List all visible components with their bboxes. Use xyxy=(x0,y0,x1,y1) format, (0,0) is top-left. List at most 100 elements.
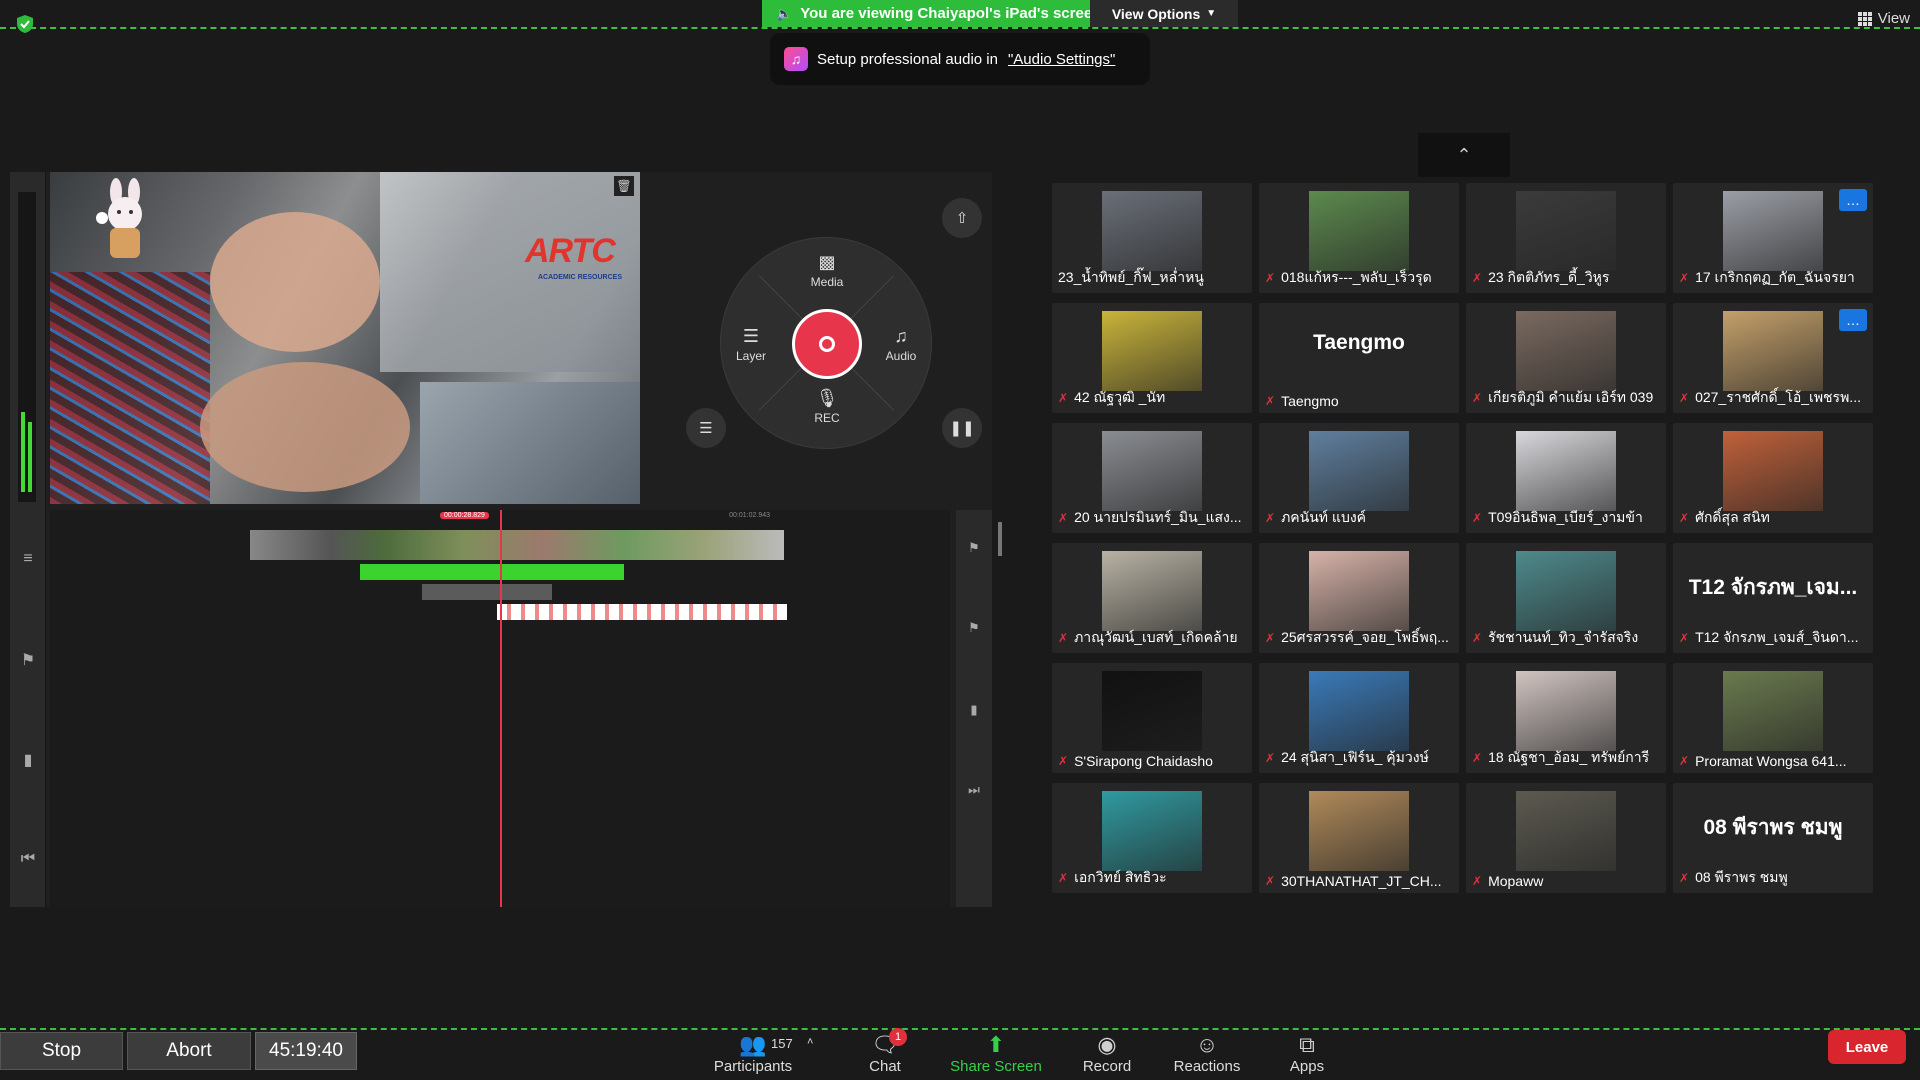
bookmark-icon[interactable]: ⚑ xyxy=(18,650,38,670)
participant-tile[interactable]: ✗ 24 สุนิสา_เฟิร์น_ คุ้มวงษ์ xyxy=(1259,663,1459,773)
effect-track[interactable] xyxy=(360,564,624,580)
view-options-button[interactable]: View Options ▼ xyxy=(1090,0,1238,27)
participant-tile[interactable]: ✗ 20 นายปรมินทร์_มิน_แสง... xyxy=(1052,423,1252,533)
video-track[interactable] xyxy=(250,530,784,560)
participant-tile[interactable]: 08 พีราพร ชมพู ✗ 08 พีราพร ชมพู xyxy=(1673,783,1873,893)
audio-tip-text: Setup professional audio in xyxy=(817,50,998,68)
stop-recording-button[interactable]: Stop xyxy=(0,1032,123,1070)
participant-name: 20 นายปรมินทร์_มิน_แสง... xyxy=(1074,509,1242,525)
muted-mic-icon: ✗ xyxy=(1472,511,1483,525)
audio-button[interactable]: ♫ Audio xyxy=(871,326,931,363)
music-icon: ♫ xyxy=(894,326,908,346)
leave-button[interactable]: Leave xyxy=(1828,1030,1906,1064)
caret-up-icon[interactable]: ˄ xyxy=(807,1036,813,1048)
recording-timer: 45:19:40 xyxy=(255,1032,357,1070)
participant-tile[interactable]: ✗ รัชชานนท์_ทิว_จำรัสจริง xyxy=(1466,543,1666,653)
participant-label: ✗ T12 จักรภพ_เจมส์_จินดา... xyxy=(1679,627,1869,649)
settings-icon[interactable]: ☰ xyxy=(686,408,726,448)
rec-button[interactable]: 🎙 REC xyxy=(797,388,857,425)
record-button[interactable]: ◉ Record xyxy=(1057,1030,1157,1080)
more-options-icon[interactable]: … xyxy=(1839,309,1867,331)
participant-tile[interactable]: 23_น้ำทิพย์_กิ๊ฟ_หล่ำหนู xyxy=(1052,183,1252,293)
participant-tile[interactable]: ✗ 018แก้หร---_พลับ_เร็วรุด xyxy=(1259,183,1459,293)
participant-tile[interactable]: ✗ 23 กิตติภัทร_ดี้_วิหูร xyxy=(1466,183,1666,293)
participant-label: ✗ 23 กิตติภัทร_ดี้_วิหูร xyxy=(1472,267,1662,289)
reactions-button[interactable]: ☺ Reactions xyxy=(1157,1030,1257,1080)
video-preview[interactable]: ARTC ACADEMIC RESOURCES 🗑 xyxy=(50,172,640,504)
audio-settings-link[interactable]: "Audio Settings" xyxy=(1008,51,1115,68)
total-timecode: 00:01:02.943 xyxy=(729,512,770,519)
security-shield-icon[interactable] xyxy=(16,14,34,34)
participant-tile[interactable]: ✗ Mopaww xyxy=(1466,783,1666,893)
delete-icon[interactable]: 🗑 xyxy=(614,176,634,196)
muted-mic-icon: ✗ xyxy=(1265,631,1276,645)
playhead[interactable] xyxy=(500,510,502,907)
participant-tile[interactable]: ✗ Proramat Wongsa 641... xyxy=(1673,663,1873,773)
participant-tile[interactable]: T12 จักรภพ_เจม... ✗ T12 จักรภพ_เจมส์_จินดา… xyxy=(1673,543,1873,653)
chevron-down-icon: ▼ xyxy=(1206,8,1217,19)
text-track[interactable] xyxy=(497,604,787,620)
chat-unread-badge: 1 xyxy=(889,1028,907,1046)
participant-video xyxy=(1309,551,1409,631)
participant-video xyxy=(1102,551,1202,631)
participant-tile[interactable]: ✗ ศักดิ์สุล สนิท xyxy=(1673,423,1873,533)
capture-button[interactable] xyxy=(792,309,862,379)
more-options-icon[interactable]: … xyxy=(1839,189,1867,211)
participant-tile[interactable]: ✗ เกียรติภูมิ คำแย้ม เอิร์ท 039 xyxy=(1466,303,1666,413)
overlay-track[interactable] xyxy=(422,584,552,600)
media-button[interactable]: ▩ Media xyxy=(797,252,857,289)
muted-mic-icon: ✗ xyxy=(1265,874,1276,888)
participant-tile[interactable]: ✗ ภาณุวัฒน์_เบสท์_เกิดคล้าย xyxy=(1052,543,1252,653)
marker-icon[interactable]: ⚑ xyxy=(964,620,984,636)
apps-label: Apps xyxy=(1289,1058,1325,1075)
building-overlay-image xyxy=(420,382,640,504)
reactions-label: Reactions xyxy=(1173,1058,1241,1075)
apps-button[interactable]: ⧉ Apps xyxy=(1257,1030,1357,1080)
abort-recording-button[interactable]: Abort xyxy=(127,1032,251,1070)
export-icon[interactable]: ⇧ xyxy=(942,198,982,238)
participant-video xyxy=(1723,431,1823,511)
split-divider-handle[interactable] xyxy=(998,522,1002,556)
participant-tile[interactable]: ✗ 17 เกริกฤตฏ_กัต_ฉันจรยา… xyxy=(1673,183,1873,293)
participant-tile[interactable]: ✗ ภคนันท์ แบงค์ xyxy=(1259,423,1459,533)
participant-tile[interactable]: ✗ 30THANATHAT_JT_CH... xyxy=(1259,783,1459,893)
share-screen-button[interactable]: ⬆ Share Screen xyxy=(946,1030,1046,1080)
participant-tile[interactable]: ✗ S'Sirapong Chaidasho xyxy=(1052,663,1252,773)
cables-image xyxy=(50,272,210,504)
muted-mic-icon: ✗ xyxy=(1265,751,1276,765)
current-timecode: 00:00:28.829 xyxy=(440,512,489,519)
layer-button[interactable]: ☰ Layer xyxy=(721,326,781,363)
share-screen-label: Share Screen xyxy=(950,1058,1042,1075)
participant-tile[interactable]: ✗ 25ศรสวรรค์_จอย_โพธิ์พฤ... xyxy=(1259,543,1459,653)
muted-mic-icon: ✗ xyxy=(1472,391,1483,405)
participant-video xyxy=(1516,431,1616,511)
add-marker-icon[interactable]: ⚑ xyxy=(964,540,984,556)
view-layout-button[interactable]: View xyxy=(1857,10,1910,27)
participant-name: Taengmo xyxy=(1281,393,1339,409)
split-icon[interactable]: ▮ xyxy=(18,750,38,770)
gallery-scroll-up-button[interactable]: ⌃ xyxy=(1418,133,1510,177)
participant-tile[interactable]: Taengmo ✗ Taengmo xyxy=(1259,303,1459,413)
chat-button[interactable]: 🗨 1 Chat xyxy=(835,1028,935,1080)
adjust-icon[interactable]: ≡ xyxy=(18,550,38,568)
split-right-icon[interactable]: ▮ xyxy=(964,702,984,718)
timeline[interactable]: 00:00:28.829 00:01:02.943 xyxy=(50,510,950,907)
participant-tile[interactable]: ✗ เอกวิทย์ สิทธิวะ xyxy=(1052,783,1252,893)
participant-tile[interactable]: ✗ 027_ราชศักดิ์_โอ้_เพชรพ...… xyxy=(1673,303,1873,413)
skip-start-icon[interactable]: ⏮ xyxy=(18,850,38,868)
skip-end-icon[interactable]: ⏭ xyxy=(964,782,984,798)
participants-button[interactable]: 👥 157 ˄ Participants xyxy=(703,1030,814,1080)
pause-icon[interactable]: ❚❚ xyxy=(942,408,982,448)
participant-name: 18 ณัฐชา_อ้อม_ ทรัพย์การี xyxy=(1488,749,1650,765)
participant-name: Mopaww xyxy=(1488,873,1544,889)
zoom-meeting-window: 🔈 You are viewing Chaiyapol's iPad's scr… xyxy=(0,0,1920,1080)
muted-mic-icon: ✗ xyxy=(1265,271,1276,285)
participant-tile[interactable]: ✗ T09อินธิพล_เบียร์_งามข้า xyxy=(1466,423,1666,533)
share-screen-icon: ⬆ xyxy=(986,1032,1006,1057)
muted-mic-icon: ✗ xyxy=(1058,391,1069,405)
participant-tile[interactable]: ✗ 42 ณัฐวุฒิ _นัท xyxy=(1052,303,1252,413)
participants-label: Participants xyxy=(713,1058,793,1075)
participant-name: 25ศรสวรรค์_จอย_โพธิ์พฤ... xyxy=(1281,629,1449,645)
participant-tile[interactable]: ✗ 18 ณัฐชา_อ้อม_ ทรัพย์การี xyxy=(1466,663,1666,773)
shared-screen[interactable]: ≡ ⚑ ▮ ⏮ ARTC ACADEMIC RESOURCES 🗑 ⇧ ▩ Me… xyxy=(10,172,992,907)
